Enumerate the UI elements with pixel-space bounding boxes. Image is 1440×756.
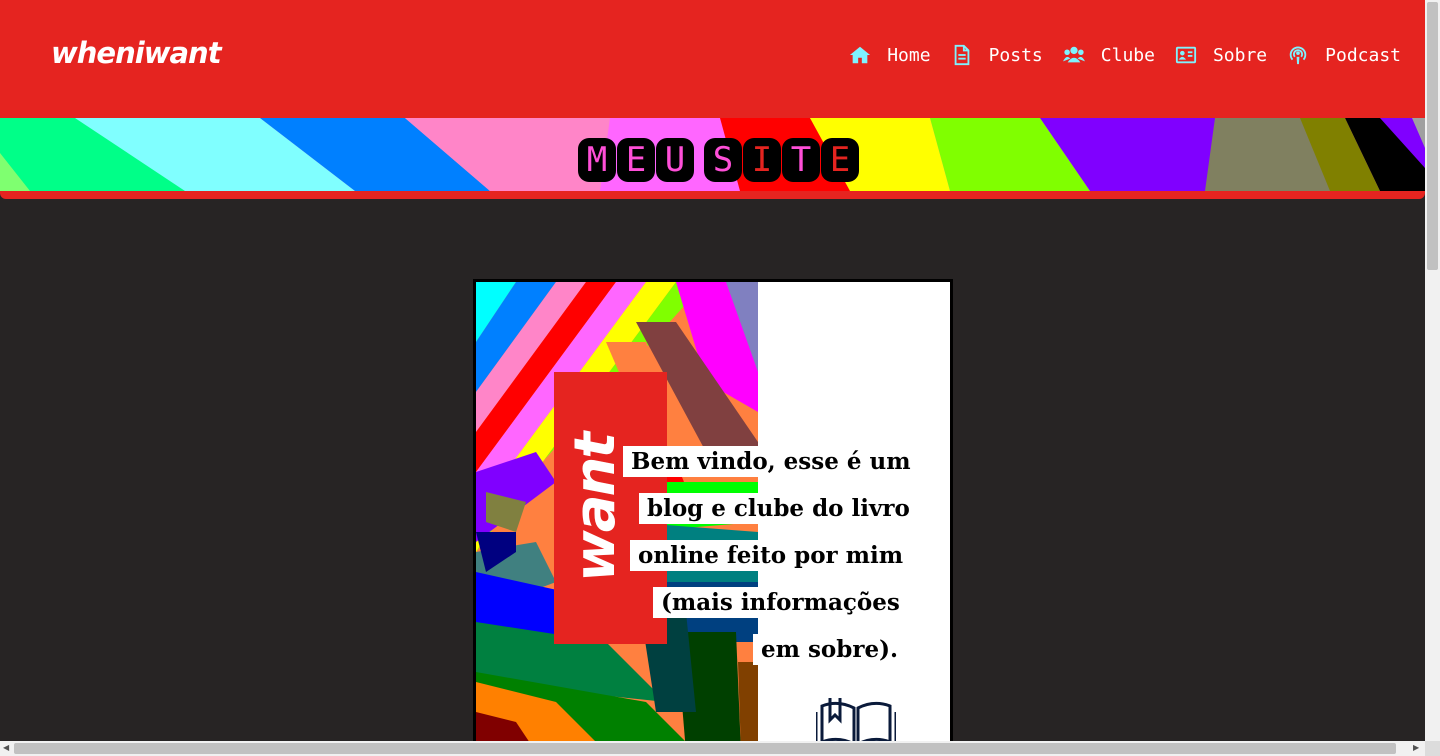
main-nav: Home Posts Clube Sobre Podcast xyxy=(829,44,1401,66)
home-icon xyxy=(850,46,871,64)
scrollbar-corner xyxy=(1425,741,1440,756)
banner-border xyxy=(0,191,1425,199)
title-letter: S xyxy=(704,138,742,182)
poster-text-line: em sobre). xyxy=(753,634,906,665)
nav-label-podcast: Podcast xyxy=(1325,44,1401,66)
title-letter: E xyxy=(617,138,655,182)
nav-item-clube[interactable]: Clube xyxy=(1062,44,1155,66)
title-letter: E xyxy=(821,138,859,182)
horizontal-scrollbar[interactable]: ◀ ▶ xyxy=(0,741,1425,756)
site-title: M E U S I T E xyxy=(578,138,859,182)
want-brand-word: want xyxy=(563,433,628,582)
users-icon xyxy=(1062,46,1085,63)
title-letter: U xyxy=(656,138,694,182)
vertical-scrollbar[interactable] xyxy=(1425,0,1440,741)
poster-text-line: Bem vindo, esse é um xyxy=(623,446,919,477)
id-card-icon xyxy=(1175,46,1197,64)
nav-item-sobre[interactable]: Sobre xyxy=(1175,44,1267,66)
vertical-scrollbar-thumb[interactable] xyxy=(1427,2,1438,270)
nav-item-home[interactable]: Home xyxy=(849,44,931,66)
poster-text-line: blog e clube do livro xyxy=(639,493,918,524)
poster-text-line: (mais informações xyxy=(653,587,908,618)
title-letter: M xyxy=(578,138,616,182)
podcast-icon xyxy=(1289,46,1307,65)
scroll-left-arrow-icon[interactable]: ◀ xyxy=(3,743,9,752)
nav-label-clube: Clube xyxy=(1100,44,1155,66)
nav-item-podcast[interactable]: Podcast xyxy=(1287,44,1401,66)
site-header: wheniwant Home Posts Clube Sobre Podcast xyxy=(0,0,1425,118)
title-letter: T xyxy=(782,138,820,182)
welcome-poster: want Bem vindo, esse é um blog e clube d… xyxy=(473,279,953,749)
title-space xyxy=(695,138,703,182)
poster-text-line: online feito por mim xyxy=(630,540,912,571)
site-logo[interactable]: wheniwant xyxy=(51,36,222,70)
nav-label-home: Home xyxy=(887,44,931,66)
horizontal-scrollbar-thumb[interactable] xyxy=(14,743,1396,754)
nav-label-sobre: Sobre xyxy=(1212,44,1268,66)
nav-item-posts[interactable]: Posts xyxy=(951,44,1043,66)
title-letter: I xyxy=(743,138,781,182)
scroll-right-arrow-icon[interactable]: ▶ xyxy=(1413,743,1419,752)
document-icon xyxy=(954,44,969,66)
nav-label-posts: Posts xyxy=(988,44,1043,66)
